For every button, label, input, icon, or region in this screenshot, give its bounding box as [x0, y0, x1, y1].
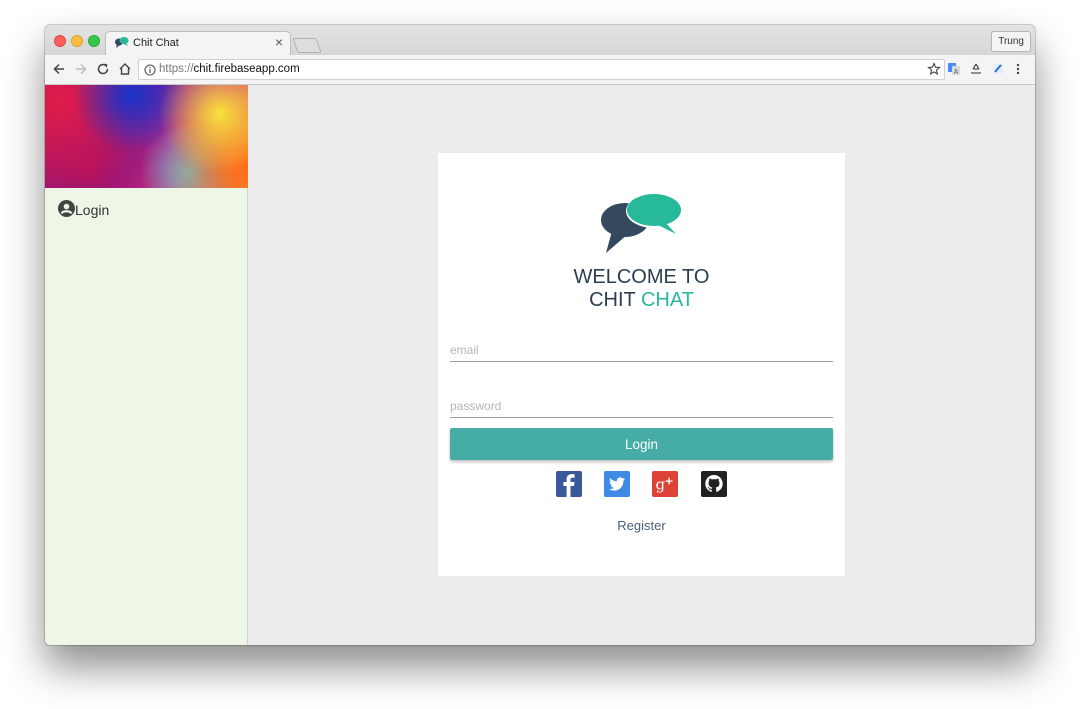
login-button[interactable]: Login: [450, 428, 833, 460]
minimize-window-button[interactable]: [71, 35, 83, 47]
welcome-line-1: WELCOME TO: [573, 266, 710, 288]
info-icon[interactable]: [144, 63, 156, 81]
profile-button[interactable]: Trung: [991, 31, 1031, 52]
menu-icon[interactable]: [1015, 62, 1021, 81]
sidebar-header-image: [45, 85, 248, 188]
facebook-icon[interactable]: [556, 471, 582, 497]
google-plus-icon[interactable]: g +: [652, 471, 678, 497]
tab-title: Chit Chat: [133, 37, 179, 49]
pencil-icon[interactable]: [991, 62, 1005, 81]
tab-strip: Chit Chat × Trung: [45, 25, 1035, 55]
login-card: WELCOME TO CHIT CHAT Login g+ Register: [438, 153, 845, 576]
github-icon[interactable]: [701, 471, 727, 497]
sidebar: Login: [45, 85, 248, 645]
tab-close-icon[interactable]: ×: [275, 35, 283, 49]
chat-bubbles-logo-icon: [598, 191, 684, 260]
brand-word-chat: CHAT: [640, 289, 694, 311]
close-window-button[interactable]: [54, 35, 66, 47]
password-field[interactable]: [450, 395, 833, 418]
url-scheme: https://: [159, 63, 194, 75]
main-content: WELCOME TO CHIT CHAT Login g+ Register: [248, 85, 1035, 645]
new-tab-button[interactable]: [292, 38, 322, 53]
url-host: chit.firebaseapp.com: [193, 63, 300, 75]
url-text[interactable]: https://chit.firebaseapp.com: [159, 63, 300, 75]
back-icon[interactable]: [52, 62, 66, 81]
star-icon[interactable]: [927, 62, 941, 81]
reload-icon[interactable]: [96, 62, 110, 81]
browser-toolbar: https://chit.firebaseapp.com A: [45, 55, 1035, 85]
forward-icon[interactable]: [74, 62, 88, 81]
sidebar-item-label: Login: [75, 202, 110, 218]
address-bar[interactable]: https://chit.firebaseapp.com: [138, 59, 945, 80]
tab-chit-chat[interactable]: Chit Chat ×: [105, 31, 291, 55]
welcome-heading: WELCOME TO CHIT CHAT: [438, 266, 845, 312]
recycle-icon[interactable]: [969, 62, 983, 81]
maximize-window-button[interactable]: [88, 35, 100, 47]
translate-icon[interactable]: A: [947, 62, 961, 81]
register-link[interactable]: Register: [438, 518, 845, 533]
browser-window: Chit Chat × Trung https://chit.firebasea…: [45, 25, 1035, 645]
sidebar-item-login[interactable]: Login: [58, 200, 109, 220]
home-icon[interactable]: [118, 62, 132, 81]
twitter-icon[interactable]: [604, 471, 630, 497]
welcome-line-2: CHIT CHAT: [438, 289, 845, 312]
svg-text:+: +: [665, 475, 674, 488]
chat-bubbles-favicon-icon: [114, 36, 129, 54]
account-circle-icon: [58, 200, 75, 220]
brand-word-chit: CHIT: [589, 289, 636, 311]
email-field[interactable]: [450, 339, 833, 362]
